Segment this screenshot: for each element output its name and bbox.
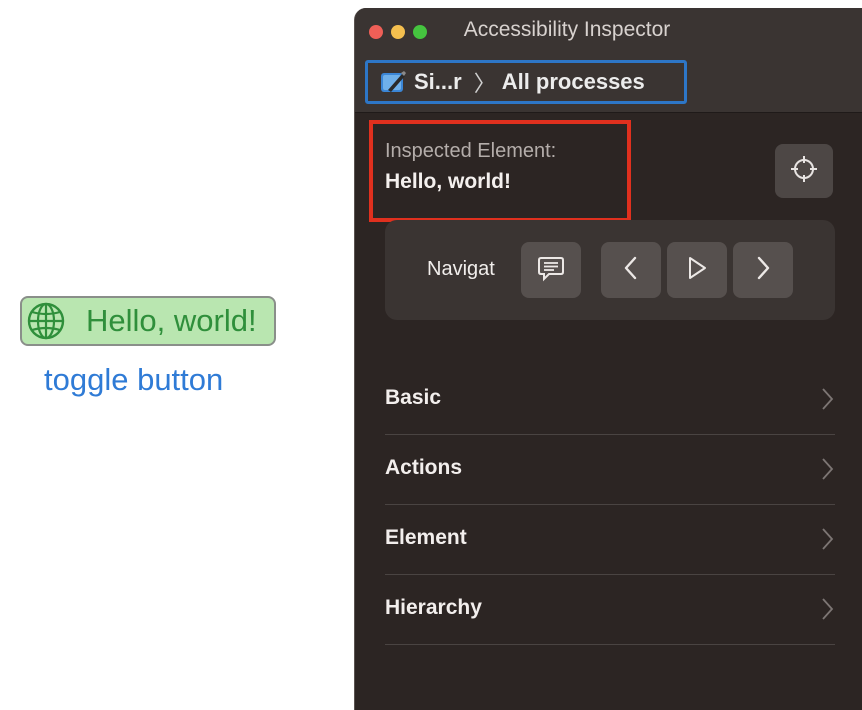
section-label: Basic — [385, 386, 442, 409]
process-breadcrumb[interactable]: All processes — [502, 69, 645, 95]
section-hierarchy[interactable]: Hierarchy — [385, 574, 835, 645]
breadcrumb-separator: 〉 — [473, 71, 496, 96]
section-label: Actions — [385, 456, 463, 479]
chevron-right-icon — [819, 596, 835, 622]
window-title: Accessibility Inspector — [463, 18, 671, 41]
inspected-element-value: Hello, world! — [385, 170, 511, 193]
chevron-right-icon — [819, 526, 835, 552]
speech-bubble-icon — [536, 253, 566, 288]
section-basic[interactable]: Basic — [385, 364, 835, 435]
hello-world-element[interactable]: Hello, world! — [20, 296, 276, 346]
chevron-right-icon — [819, 456, 835, 482]
title-bar: Accessibility Inspector — [355, 8, 862, 58]
section-label: Element — [385, 526, 467, 549]
next-element-button[interactable] — [733, 242, 793, 298]
accessibility-inspector-window: Accessibility Inspector Si...r 〉 All pro… — [354, 8, 862, 710]
target-path-bar: Si...r 〉 All processes — [355, 58, 862, 113]
hello-world-label: Hello, world! — [86, 303, 257, 338]
xcode-app-icon — [380, 70, 406, 94]
navigation-panel: Navigat — [385, 220, 835, 320]
toggle-button[interactable]: toggle button — [44, 362, 223, 398]
point-to-inspect-button[interactable] — [775, 144, 833, 198]
section-actions[interactable]: Actions — [385, 434, 835, 505]
chevron-right-icon — [819, 386, 835, 412]
speak-button[interactable] — [521, 242, 581, 298]
previous-element-button[interactable] — [601, 242, 661, 298]
chevron-right-icon — [753, 254, 773, 287]
crosshair-icon — [789, 154, 819, 189]
app-breadcrumb[interactable]: Si...r — [414, 69, 462, 95]
globe-icon — [24, 299, 68, 343]
section-element[interactable]: Element — [385, 504, 835, 575]
navigation-label: Navigat — [427, 258, 495, 280]
target-chooser[interactable]: Si...r 〉 All processes — [365, 60, 687, 104]
section-label: Hierarchy — [385, 596, 482, 619]
chevron-left-icon — [621, 254, 641, 287]
inspected-element-label: Inspected Element: — [385, 140, 557, 162]
play-icon — [685, 255, 709, 286]
auto-navigate-button[interactable] — [667, 242, 727, 298]
